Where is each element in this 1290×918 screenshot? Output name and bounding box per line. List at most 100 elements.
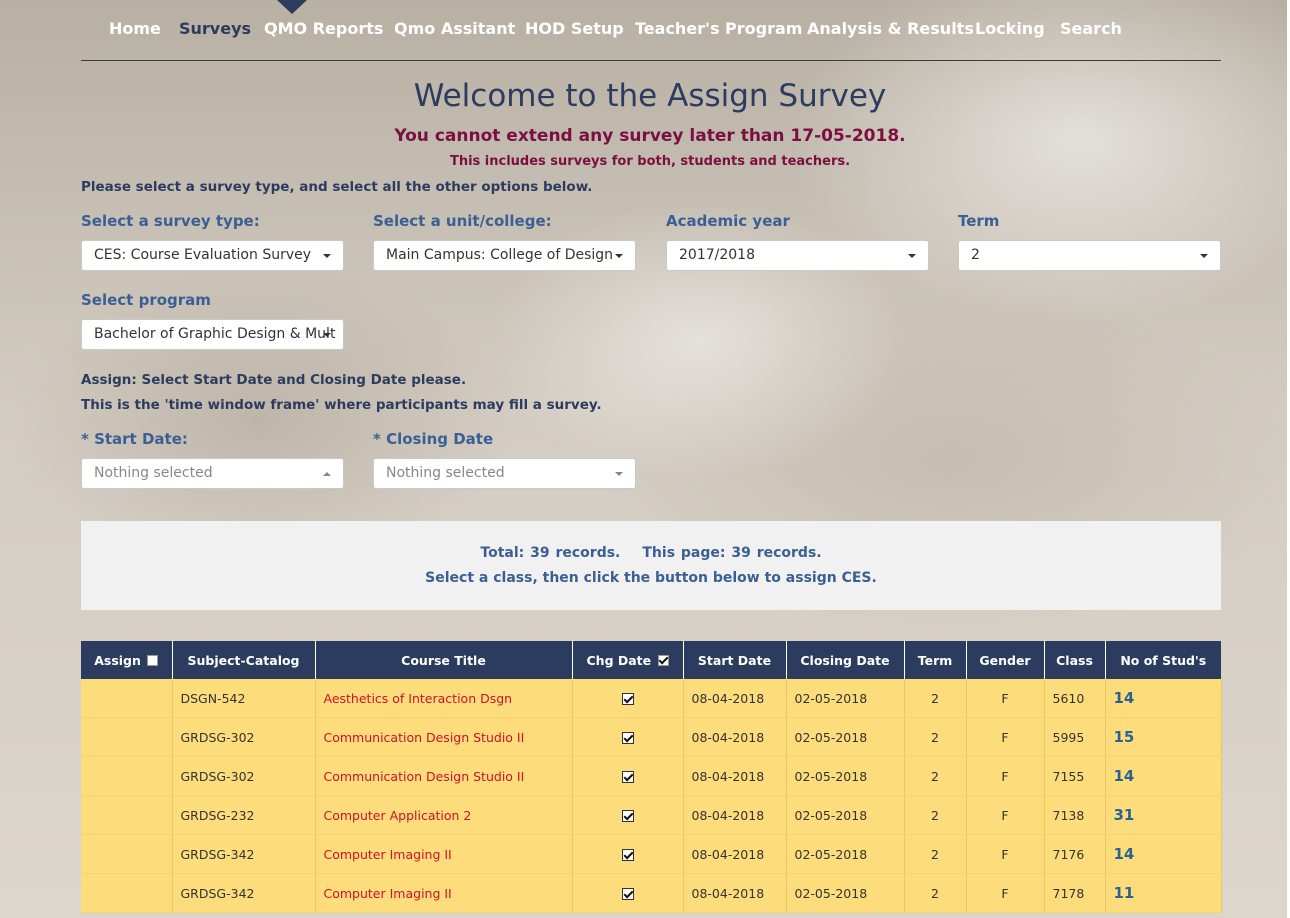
studs-count-link[interactable]: 14 [1114,845,1135,863]
table-row[interactable]: GRDSG-342 Computer Imaging II 08-04-2018… [81,873,1222,913]
table-row[interactable]: GRDSG-232 Computer Application 2 08-04-2… [81,795,1222,835]
assign-hint: Select a class, then click the button be… [425,570,877,586]
chg-date-all-checkbox[interactable] [657,654,669,666]
chevron-down-icon [615,254,623,258]
nav-qmo-assistant[interactable]: Qmo Assitant [394,19,515,38]
nav-home[interactable]: Home [109,19,161,38]
chg-date-cell [572,834,684,874]
studs-count-link[interactable]: 15 [1114,728,1135,746]
subject-catalog-cell: GRDSG-302 [172,717,316,757]
course-title-link[interactable]: Aesthetics of Interaction Dsgn [324,691,513,706]
start-date-label: * Start Date: [81,430,188,448]
col-class: Class [1043,641,1105,679]
closing-date-placeholder: Nothing selected [386,465,505,481]
chg-date-cell [572,795,684,835]
term-value: 2 [971,247,980,263]
chg-date-checkbox[interactable] [621,771,634,783]
studs-cell: 15 [1105,717,1222,757]
course-title-link[interactable]: Communication Design Studio II [324,730,525,745]
gender-cell: F [966,873,1045,913]
chevron-up-icon [323,472,331,476]
studs-count-link[interactable]: 14 [1114,767,1135,785]
term-select[interactable]: 2 [958,240,1221,271]
closing-date-cell: 02-05-2018 [786,873,905,913]
assign-cell[interactable] [81,756,173,796]
gender-cell: F [966,834,1045,874]
classes-table: Assign Subject-Catalog Course Title Chg … [81,641,1222,913]
course-title-link[interactable]: Communication Design Studio II [324,769,525,784]
studs-cell: 14 [1105,756,1222,796]
program-select[interactable]: Bachelor of Graphic Design & Mult [81,319,344,350]
start-date-cell: 08-04-2018 [683,834,787,874]
table-row[interactable]: GRDSG-302 Communication Design Studio II… [81,756,1222,796]
col-course-title: Course Title [314,641,572,679]
unit-select[interactable]: Main Campus: College of Design [373,240,636,271]
survey-type-value: CES: Course Evaluation Survey [94,247,312,263]
unit-label: Select a unit/college: [373,212,552,230]
chg-date-checkbox[interactable] [621,732,634,744]
chevron-down-icon [908,254,916,258]
chg-date-checkbox[interactable] [621,693,634,705]
nav-search[interactable]: Search [1060,19,1122,38]
chg-date-checkbox[interactable] [621,810,634,822]
studs-cell: 31 [1105,795,1222,835]
assign-cell[interactable] [81,717,173,757]
course-title-link[interactable]: Computer Imaging II [324,847,452,862]
course-title-link[interactable]: Computer Imaging II [324,886,452,901]
chg-date-checkbox[interactable] [621,888,634,900]
active-nav-indicator [277,0,307,14]
assign-cell[interactable] [81,834,173,874]
col-closing-date: Closing Date [785,641,904,679]
total-records: Total: 39 records. [480,545,621,561]
class-cell: 7176 [1044,834,1106,874]
chg-date-cell [572,873,684,913]
chevron-down-icon [1200,254,1208,258]
nav-analysis-results[interactable]: Analysis & Results [807,19,974,38]
assign-cell[interactable] [81,679,173,718]
nav-qmo-reports[interactable]: QMO Reports [264,19,383,38]
program-label: Select program [81,291,211,309]
subject-catalog-cell: GRDSG-342 [172,873,316,913]
studs-count-link[interactable]: 14 [1114,689,1135,707]
closing-date-select[interactable]: Nothing selected [373,458,636,489]
assign-cell[interactable] [81,873,173,913]
nav-hod-setup[interactable]: HOD Setup [525,19,624,38]
survey-type-select[interactable]: CES: Course Evaluation Survey [81,240,344,271]
col-term: Term [903,641,966,679]
start-date-select[interactable]: Nothing selected [81,458,344,489]
check-icon [658,655,669,666]
table-row[interactable]: GRDSG-342 Computer Imaging II 08-04-2018… [81,834,1222,874]
closing-date-cell: 02-05-2018 [786,717,905,757]
nav-surveys[interactable]: Surveys [179,19,251,38]
select-all-checkbox[interactable] [147,654,159,666]
table-row[interactable]: DSGN-542 Aesthetics of Interaction Dsgn … [81,679,1222,718]
academic-year-select[interactable]: 2017/2018 [666,240,929,271]
unit-value: Main Campus: College of Design [386,247,614,263]
term-cell: 2 [904,717,967,757]
course-title-cell: Computer Imaging II [315,873,573,913]
chg-date-cell [572,756,684,796]
course-title-cell: Communication Design Studio II [315,717,573,757]
closing-date-label: * Closing Date [373,430,494,448]
class-cell: 7155 [1044,756,1106,796]
col-assign: Assign [81,641,172,679]
start-date-cell: 08-04-2018 [683,873,787,913]
assign-cell[interactable] [81,795,173,835]
term-cell: 2 [904,873,967,913]
col-chg-date: Chg Date [571,641,683,679]
studs-count-link[interactable]: 11 [1114,884,1135,902]
course-title-cell: Computer Imaging II [315,834,573,874]
course-title-link[interactable]: Computer Application 2 [324,808,472,823]
closing-date-cell: 02-05-2018 [786,834,905,874]
nav-locking[interactable]: Locking [975,19,1045,38]
nav-teachers-program[interactable]: Teacher's Program [635,19,802,38]
class-cell: 5610 [1044,679,1106,718]
studs-count-link[interactable]: 31 [1114,806,1135,824]
extend-warning: You cannot extend any survey later than … [394,126,906,146]
program-value: Bachelor of Graphic Design & Mult [94,326,336,342]
records-summary: Total: 39 records. This page: 39 records. [81,545,1221,561]
start-date-placeholder: Nothing selected [94,465,213,481]
table-row[interactable]: GRDSG-302 Communication Design Studio II… [81,717,1222,757]
chg-date-checkbox[interactable] [621,849,634,861]
records-info-box: Total: 39 records. This page: 39 records.… [81,521,1221,610]
